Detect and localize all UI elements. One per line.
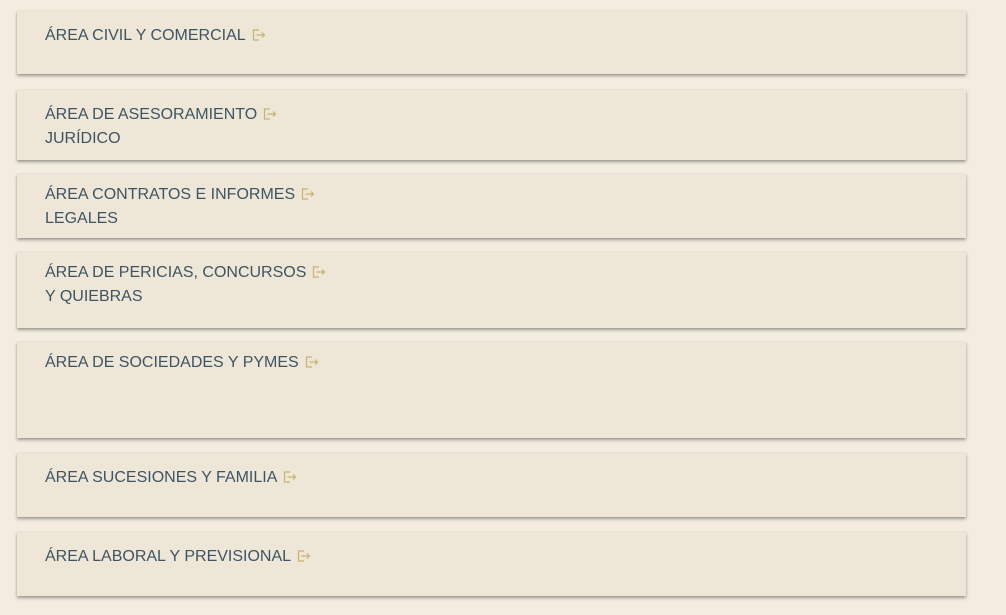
- area-title-line1: ÁREA CIVIL Y COMERCIAL: [45, 27, 246, 44]
- practice-areas-list: ÁREA CIVIL Y COMERCIAL ÁREA DE ASESORAMI…: [0, 0, 1006, 615]
- area-title-line2: Y QUIEBRAS: [45, 288, 143, 305]
- area-title-line1: ÁREA DE SOCIEDADES Y PYMES: [45, 354, 299, 371]
- external-link-icon: [297, 550, 311, 562]
- area-card-laboral-previsional[interactable]: ÁREA LABORAL Y PREVISIONAL: [17, 532, 966, 596]
- area-title-line1: ÁREA DE ASESORAMIENTO: [45, 106, 258, 123]
- area-title-line2: JURÍDICO: [45, 130, 121, 147]
- area-card-asesoramiento-juridico[interactable]: ÁREA DE ASESORAMIENTO JURÍDICO: [17, 90, 966, 160]
- area-title: ÁREA DE PERICIAS, CONCURSOS Y QUIEBRAS: [45, 261, 938, 309]
- external-link-icon: [263, 108, 277, 120]
- area-title: ÁREA DE SOCIEDADES Y PYMES: [45, 351, 938, 375]
- external-link-icon: [252, 29, 266, 41]
- area-card-civil-comercial[interactable]: ÁREA CIVIL Y COMERCIAL: [17, 11, 966, 74]
- area-title: ÁREA CONTRATOS E INFORMES LEGALES: [45, 183, 938, 231]
- area-title: ÁREA SUCESIONES Y FAMILIA: [45, 466, 938, 490]
- area-card-pericias-concursos[interactable]: ÁREA DE PERICIAS, CONCURSOS Y QUIEBRAS: [17, 252, 966, 328]
- area-title-line1: ÁREA LABORAL Y PREVISIONAL: [45, 548, 292, 565]
- external-link-icon: [283, 471, 297, 483]
- area-card-contratos-informes[interactable]: ÁREA CONTRATOS E INFORMES LEGALES: [17, 174, 966, 238]
- area-title-line1: ÁREA DE PERICIAS, CONCURSOS: [45, 264, 307, 281]
- area-title-line2: LEGALES: [45, 210, 118, 227]
- external-link-icon: [305, 356, 319, 368]
- area-title-line1: ÁREA SUCESIONES Y FAMILIA: [45, 469, 278, 486]
- external-link-icon: [312, 266, 326, 278]
- area-title-line1: ÁREA CONTRATOS E INFORMES: [45, 186, 296, 203]
- area-title: ÁREA DE ASESORAMIENTO JURÍDICO: [45, 103, 938, 151]
- area-title: ÁREA CIVIL Y COMERCIAL: [45, 24, 938, 48]
- area-card-sociedades-pymes[interactable]: ÁREA DE SOCIEDADES Y PYMES: [17, 342, 966, 438]
- area-card-sucesiones-familia[interactable]: ÁREA SUCESIONES Y FAMILIA: [17, 453, 966, 517]
- external-link-icon: [301, 188, 315, 200]
- area-title: ÁREA LABORAL Y PREVISIONAL: [45, 545, 938, 569]
